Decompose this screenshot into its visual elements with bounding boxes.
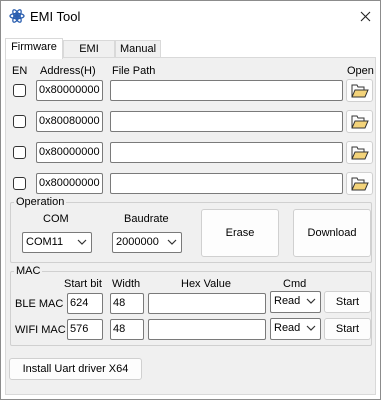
enable-checkbox-2[interactable] — [13, 115, 26, 128]
tab-manual[interactable]: Manual — [115, 40, 161, 58]
file-path-field-1[interactable] — [110, 80, 343, 101]
chevron-down-icon — [167, 239, 177, 245]
com-port-value: COM11 — [26, 236, 64, 248]
erase-button[interactable]: Erase — [201, 209, 279, 257]
open-header: Open — [347, 65, 374, 77]
baudrate-value: 2000000 — [116, 236, 159, 248]
wifi-cmd-value: Read — [274, 322, 301, 334]
ble-start-button[interactable]: Start — [324, 291, 371, 313]
open-folder-icon — [351, 177, 369, 190]
baudrate-label: Baudrate — [124, 213, 169, 225]
open-file-button-1[interactable] — [346, 79, 373, 102]
enable-checkbox-4[interactable] — [13, 177, 26, 190]
file-path-header: File Path — [112, 65, 156, 77]
chevron-down-icon — [306, 298, 316, 304]
wifi-start-button[interactable]: Start — [324, 318, 371, 340]
file-path-field-2[interactable] — [110, 111, 343, 132]
com-label: COM — [43, 213, 69, 225]
download-button[interactable]: Download — [293, 209, 371, 257]
ble-hex-value-field[interactable] — [148, 293, 266, 314]
open-folder-icon — [351, 115, 369, 128]
baudrate-select[interactable]: 2000000 — [112, 232, 182, 253]
start-bit-header: Start bit — [64, 278, 102, 290]
ble-start-bit-field[interactable]: 624 — [67, 293, 103, 314]
wifi-hex-value-field[interactable] — [148, 319, 266, 340]
wifi-width-field[interactable]: 48 — [110, 319, 144, 340]
open-file-button-3[interactable] — [346, 141, 373, 164]
cmd-header: Cmd — [283, 278, 307, 290]
chevron-down-icon — [306, 325, 316, 331]
ble-cmd-value: Read — [274, 295, 301, 307]
window-title: EMI Tool — [30, 9, 81, 24]
address-field-4[interactable]: 0x80000000 — [36, 173, 103, 194]
open-file-button-2[interactable] — [346, 110, 373, 133]
firmware-panel: EN Address(H) File Path Open 0x80000000 … — [5, 57, 376, 395]
enable-checkbox-1[interactable] — [13, 84, 26, 97]
ble-cmd-select[interactable]: Read — [270, 291, 321, 313]
close-button[interactable] — [350, 1, 380, 31]
file-path-field-3[interactable] — [110, 142, 343, 163]
tab-emi-test[interactable]: EMI Test — [63, 40, 115, 71]
wifi-cmd-select[interactable]: Read — [270, 318, 321, 340]
com-port-select[interactable]: COM11 — [22, 232, 92, 253]
install-uart-driver-button[interactable]: Install Uart driver X64 — [9, 358, 142, 380]
tab-firmware[interactable]: Firmware — [5, 38, 63, 59]
title-bar: EMI Tool — [1, 1, 380, 32]
close-icon — [360, 11, 370, 21]
hex-value-header: Hex Value — [181, 278, 231, 290]
tab-strip: Firmware EMI Test Manual — [5, 38, 376, 71]
mac-group-title: MAC — [14, 265, 43, 277]
emi-app-icon — [9, 9, 25, 23]
emi-tool-window: EMI Tool Firmware EMI Test Manual EN Add… — [0, 0, 381, 400]
file-path-field-4[interactable] — [110, 173, 343, 194]
width-header: Width — [112, 278, 141, 290]
operation-group-title: Operation — [14, 196, 67, 208]
ble-mac-label: BLE MAC — [15, 298, 64, 310]
ble-width-field[interactable]: 48 — [110, 293, 144, 314]
open-folder-icon — [351, 146, 369, 159]
enable-checkbox-3[interactable] — [13, 146, 26, 159]
wifi-mac-label: WIFI MAC — [15, 324, 66, 336]
address-field-3[interactable]: 0x80000000 — [36, 142, 103, 163]
chevron-down-icon — [77, 239, 87, 245]
address-field-1[interactable]: 0x80000000 — [36, 80, 103, 101]
open-folder-icon — [351, 84, 369, 97]
wifi-start-bit-field[interactable]: 576 — [67, 319, 103, 340]
en-header: EN — [12, 65, 28, 77]
address-header: Address(H) — [40, 65, 96, 77]
address-field-2[interactable]: 0x80080000 — [36, 111, 103, 132]
open-file-button-4[interactable] — [346, 172, 373, 195]
